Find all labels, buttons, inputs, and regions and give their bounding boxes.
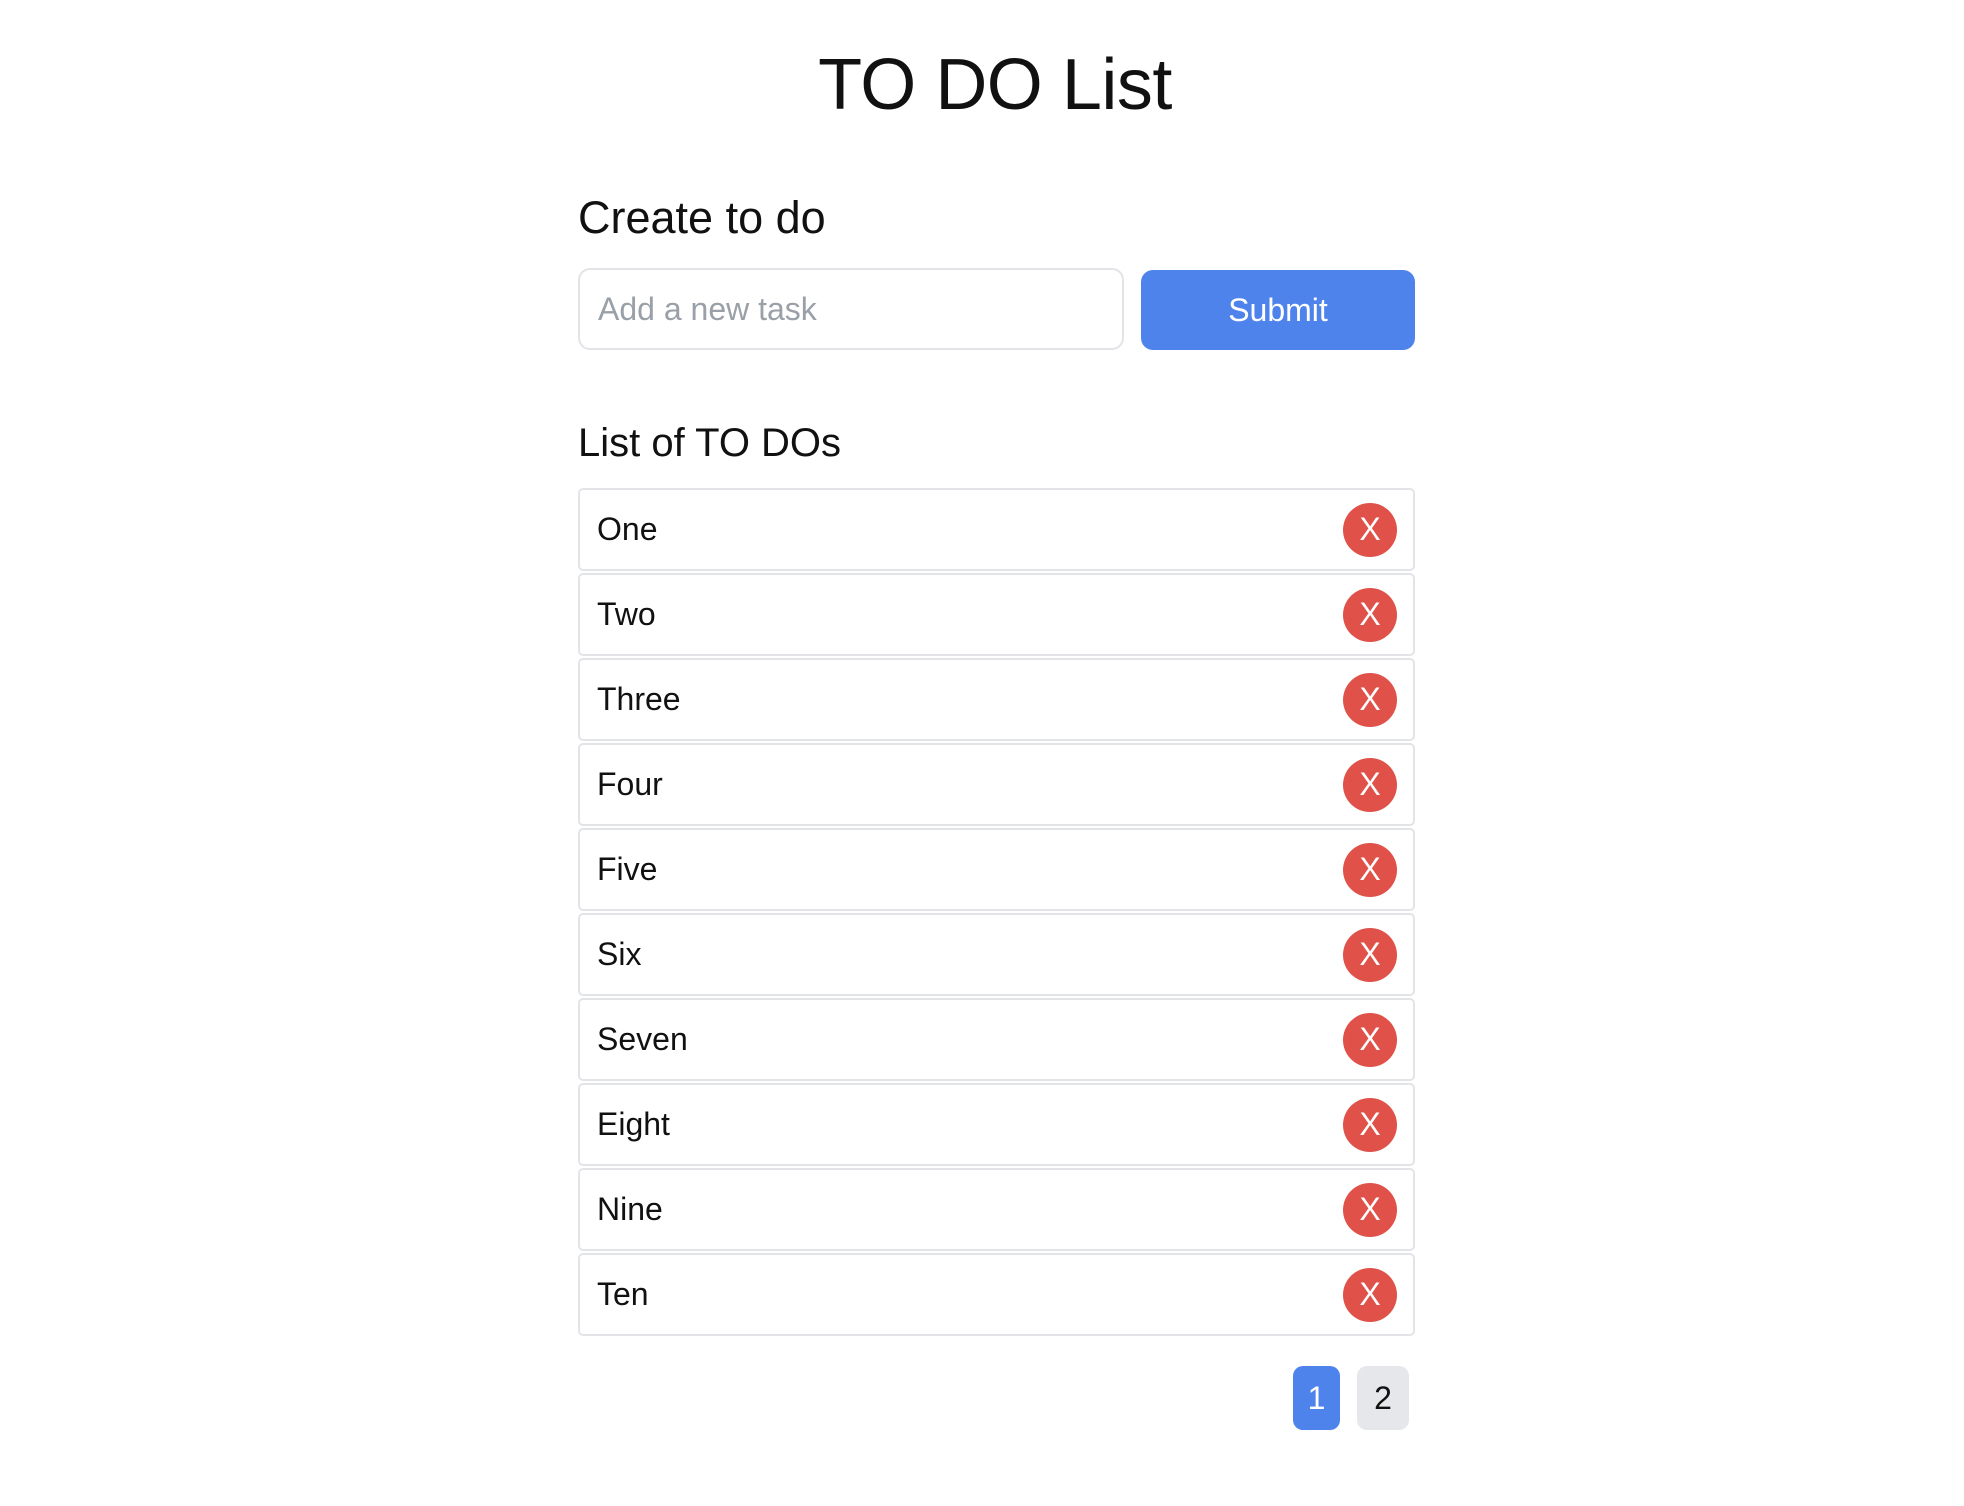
todo-item: Five X: [578, 828, 1415, 911]
delete-todo-button[interactable]: X: [1343, 502, 1397, 557]
todo-list: One X Two X Three X Four X Five X Six X …: [578, 488, 1415, 1338]
todo-item: Seven X: [578, 998, 1415, 1081]
new-task-input[interactable]: [578, 268, 1124, 350]
delete-todo-button[interactable]: X: [1343, 1182, 1397, 1237]
todo-item: One X: [578, 488, 1415, 571]
todo-item: Eight X: [578, 1083, 1415, 1166]
todo-item: Two X: [578, 573, 1415, 656]
todo-item-label: Four: [597, 766, 663, 802]
todo-item-label: Five: [597, 851, 658, 887]
delete-todo-button[interactable]: X: [1343, 1267, 1397, 1322]
page-button-2[interactable]: 2: [1357, 1366, 1409, 1430]
delete-todo-button[interactable]: X: [1343, 842, 1397, 897]
delete-todo-button[interactable]: X: [1343, 1012, 1397, 1067]
todo-item-label: Ten: [597, 1276, 649, 1312]
todo-item-label: Nine: [597, 1191, 663, 1227]
todo-item-label: Two: [597, 596, 656, 632]
todo-item: Three X: [578, 658, 1415, 741]
todo-item-label: One: [597, 511, 658, 547]
delete-todo-button[interactable]: X: [1343, 927, 1397, 982]
delete-todo-button[interactable]: X: [1343, 757, 1397, 812]
page-title: TO DO List: [818, 45, 1172, 125]
todo-list-heading: List of TO DOs: [578, 421, 842, 465]
delete-todo-button[interactable]: X: [1343, 1097, 1397, 1152]
submit-button[interactable]: Submit: [1141, 270, 1415, 350]
todo-item-label: Seven: [597, 1021, 688, 1057]
pagination: 1 2: [1293, 1366, 1409, 1430]
todo-item-label: Six: [597, 936, 642, 972]
delete-todo-button[interactable]: X: [1343, 672, 1397, 727]
page-button-1[interactable]: 1: [1293, 1366, 1340, 1430]
todo-item: Six X: [578, 913, 1415, 996]
todo-item: Ten X: [578, 1253, 1415, 1336]
delete-todo-button[interactable]: X: [1343, 587, 1397, 642]
todo-item: Four X: [578, 743, 1415, 826]
todo-item: Nine X: [578, 1168, 1415, 1251]
todo-item-label: Three: [597, 681, 681, 717]
create-todo-heading: Create to do: [578, 192, 826, 243]
todo-item-label: Eight: [597, 1106, 670, 1142]
